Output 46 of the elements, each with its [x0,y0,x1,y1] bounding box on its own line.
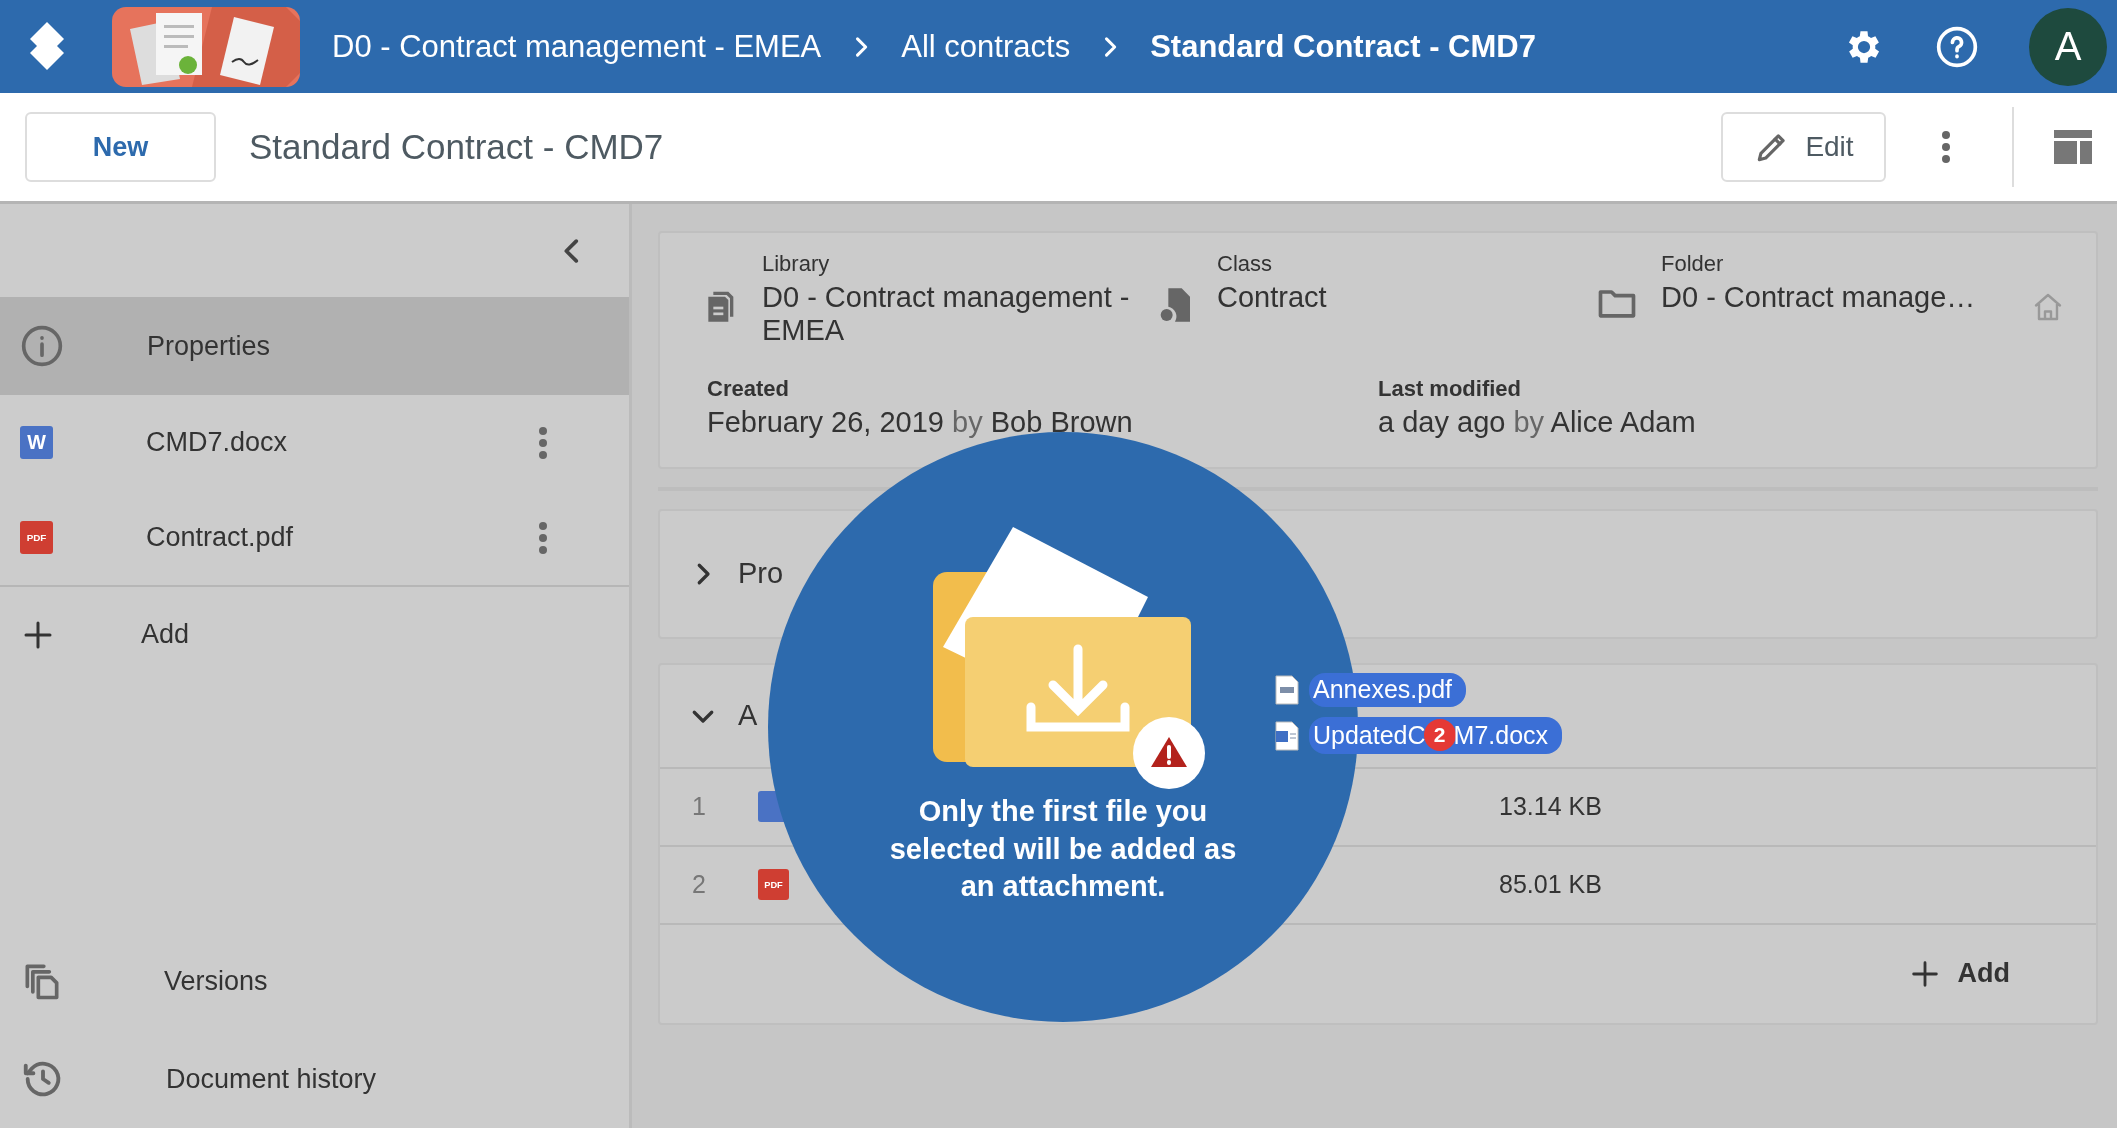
field-value: Contract [1217,281,1328,315]
more-button[interactable] [1940,129,1952,165]
pdf-file-icon [1275,675,1299,705]
row-number: 2 [691,870,707,900]
layout-icon [2054,130,2092,164]
more-icon[interactable] [537,424,549,461]
breadcrumb-link[interactable]: All contracts [901,28,1071,65]
row-number: 1 [691,792,707,822]
field-value: D0 - Contract manage… [1661,281,1977,315]
field-label: Library [762,251,831,277]
new-button[interactable]: New [25,112,216,182]
info-icon [20,324,64,368]
file-size: 85.01 KB [1499,870,1602,900]
sidebar-item[interactable]: Add [0,587,629,682]
field-value: D0 - Contract management - EMEA [762,281,1131,348]
help-button[interactable] [1935,24,1979,69]
meta-label: Created [707,375,790,402]
meta-label: Last modified [1378,375,1522,402]
breadcrumb-link[interactable]: D0 - Contract management - EMEA [332,28,822,65]
app-logo-icon[interactable] [28,21,66,72]
word-file-icon [1275,720,1299,751]
breadcrumb-link[interactable]: Standard Contract - CMD7 [1150,28,1536,65]
user-avatar[interactable]: A [2029,7,2107,86]
document-title: Standard Contract - CMD7 [249,127,665,167]
field-label: Folder [1661,251,1725,277]
pdf-file-icon: PDF [758,869,789,901]
section-title[interactable]: A [738,699,758,733]
dragged-file-chip: Annexes.pdf [1309,673,1466,707]
layout-button[interactable] [2054,130,2092,164]
sidebar-item[interactable]: Versions [0,932,629,1030]
pdf-file-icon: PDF [20,521,53,554]
word-file-icon: W [20,426,53,459]
file-size: 13.14 KB [1499,792,1602,822]
meta-value: February 26, 2019 by Bob Brown [707,405,1134,439]
warning-icon [1133,717,1205,789]
more-icon[interactable] [537,519,549,556]
dragged-file-chip: UpdatedC 2 M7.docx [1309,717,1563,754]
edit-button[interactable]: Edit [1721,112,1886,182]
add-button[interactable]: Add [1901,955,2016,992]
sidebar-item[interactable]: Document history [0,1030,629,1128]
help-icon [1935,24,1979,69]
sidebar-item[interactable]: PDF Contract.pdf [0,490,629,585]
sidebar-item[interactable]: W CMD7.docx [0,395,629,490]
sidebar-item[interactable]: Properties [0,297,629,395]
meta-value: a day ago by Alice Adam [1378,405,1697,439]
field-label: Class [1217,251,1273,277]
